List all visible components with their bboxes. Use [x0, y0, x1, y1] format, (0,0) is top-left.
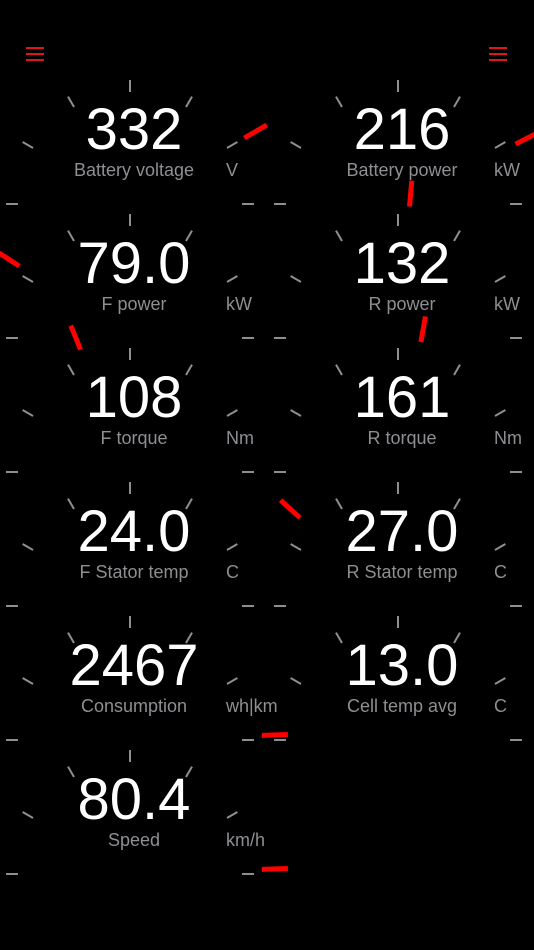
- gauge-r-torque[interactable]: 161 R torque Nm: [268, 315, 534, 492]
- gauge-unit: C: [226, 562, 239, 582]
- gauge-unit: Nm: [226, 428, 254, 448]
- hamburger-menu-icon: [26, 47, 44, 49]
- gauge-unit: km/h: [226, 830, 266, 850]
- gauge-needle: [261, 865, 288, 872]
- gauge-unit: Nm: [494, 428, 522, 448]
- gauge-r-stator-temp[interactable]: 27.0 R Stator temp C: [268, 476, 534, 626]
- gauge-unit: C: [494, 696, 507, 716]
- gauge-unit: V: [226, 160, 239, 180]
- menu-left-button[interactable]: [26, 44, 46, 62]
- gauge-battery-voltage[interactable]: 332 Battery voltage V: [0, 74, 300, 224]
- gauge-unit: kW: [494, 160, 520, 180]
- menu-right-button[interactable]: [489, 44, 509, 62]
- gauge-r-power[interactable]: 132 R power kW: [268, 180, 534, 358]
- gauge-value: 332: [85, 97, 183, 162]
- gauge-f-power[interactable]: 79.0 F power kW: [0, 208, 300, 358]
- gauge-value: 108: [85, 365, 183, 430]
- gauge-value: 216: [353, 97, 451, 162]
- gauge-unit: C: [494, 562, 507, 582]
- gauge-f-stator-temp[interactable]: 24.0 F Stator temp C: [0, 476, 300, 626]
- gauge-f-torque[interactable]: 108 F torque Nm: [0, 324, 300, 492]
- gauge-unit: kW: [226, 294, 252, 314]
- gauge-consumption[interactable]: 2467 Consumption wh|km: [0, 610, 300, 760]
- hamburger-menu-icon: [489, 47, 507, 49]
- gauge-unit: kW: [494, 294, 520, 314]
- gauge-value: 24.0: [77, 499, 191, 564]
- gauge-value: 79.0: [77, 231, 191, 296]
- gauge-speed[interactable]: 80.4 Speed km/h: [0, 744, 300, 894]
- gauge-value: 132: [353, 231, 451, 296]
- gauge-value: 161: [353, 365, 451, 430]
- gauge-battery-power[interactable]: 216 Battery power kW: [268, 74, 534, 224]
- gauge-value: 2467: [69, 633, 199, 698]
- gauge-needle: [407, 180, 415, 207]
- gauge-value: 27.0: [345, 499, 459, 564]
- gauge-value: 13.0: [345, 633, 459, 698]
- gauge-cell-temp-avg[interactable]: 13.0 Cell temp avg C: [268, 610, 534, 760]
- gauge-value: 80.4: [77, 767, 191, 832]
